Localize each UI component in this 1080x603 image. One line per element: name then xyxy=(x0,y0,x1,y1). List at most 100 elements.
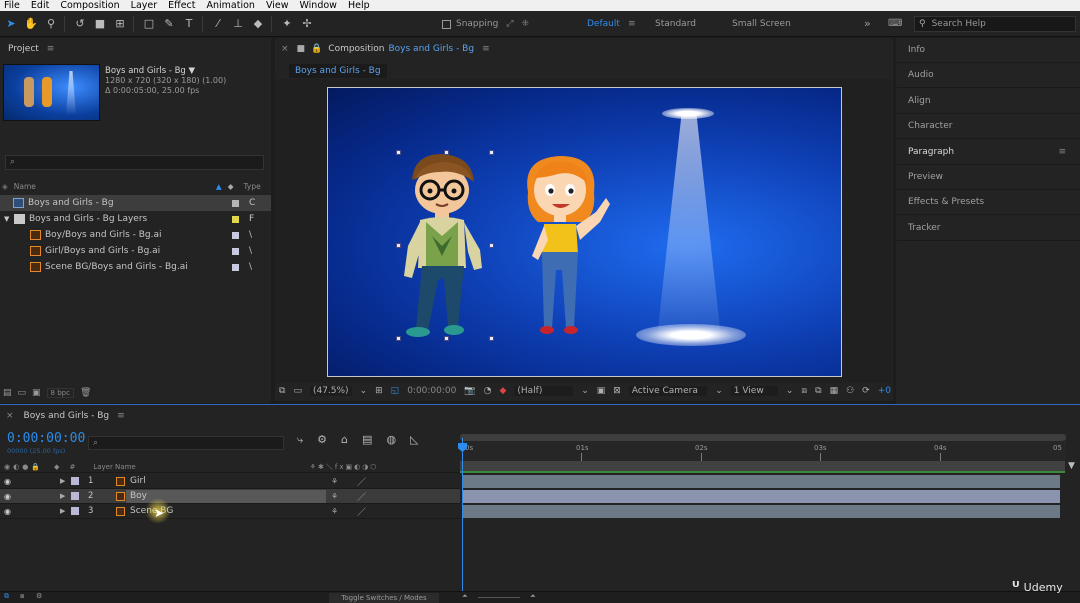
comp-breadcrumb[interactable]: Boys and Girls - Bg xyxy=(289,64,387,78)
pen-tool-icon[interactable]: ✎ xyxy=(160,15,178,33)
snapping-control[interactable]: Snapping ⤢ ⁜ xyxy=(442,11,529,37)
label-swatch[interactable] xyxy=(71,492,79,500)
layer-duration-bar[interactable] xyxy=(463,490,1060,503)
label-swatch[interactable] xyxy=(232,263,239,271)
puppet-pin-tool-icon[interactable]: ✢ xyxy=(298,15,316,33)
frame-blending-icon[interactable]: ▤ xyxy=(362,433,372,447)
graph-editor-icon[interactable]: ◺ xyxy=(410,433,418,447)
transform-handle[interactable] xyxy=(489,336,494,341)
camera-tool-icon[interactable]: ■ xyxy=(91,15,109,33)
resolution-dropdown[interactable]: (Half) xyxy=(514,386,574,396)
project-item[interactable]: ▼ Boys and Girls - Bg Layers F xyxy=(0,211,271,227)
menu-effect[interactable]: Effect xyxy=(164,0,202,11)
workspace-default[interactable]: Default xyxy=(587,11,620,37)
panel-menu-icon[interactable]: ≡ xyxy=(1058,140,1066,165)
shy-switch-icon[interactable]: ⚘ xyxy=(331,492,338,501)
menu-window[interactable]: Window xyxy=(295,0,343,11)
transparency-grid-icon[interactable]: ⊠ xyxy=(613,386,621,396)
channel-icon[interactable]: ◆ xyxy=(499,386,506,396)
align-panel-tab[interactable]: Align xyxy=(897,89,1080,114)
work-area-bar[interactable] xyxy=(460,434,1066,441)
new-composition-icon[interactable]: ▣ xyxy=(32,388,41,398)
snapping-checkbox[interactable] xyxy=(442,19,451,29)
zoom-in-icon[interactable]: ⏶ xyxy=(530,592,536,601)
paragraph-panel-tab[interactable]: Paragraph ≡ xyxy=(897,140,1080,165)
sort-icon[interactable]: ▲ xyxy=(216,182,222,191)
transform-handle[interactable] xyxy=(444,150,449,155)
transform-handle[interactable] xyxy=(444,336,449,341)
mask-icon[interactable]: ◱ xyxy=(391,386,400,396)
label-column-icon[interactable]: ◆ xyxy=(228,182,234,191)
project-search-input[interactable]: ⌕ xyxy=(5,155,264,170)
region-interest-icon[interactable]: ▣ xyxy=(597,386,606,396)
label-swatch[interactable] xyxy=(232,199,239,207)
brush-tool-icon[interactable]: ⁄ xyxy=(209,15,227,33)
layer-name-column-header[interactable]: Layer Name xyxy=(93,463,135,471)
character-panel-tab[interactable]: Character xyxy=(897,114,1080,139)
project-item[interactable]: Boy/Boys and Girls - Bg.ai \ xyxy=(0,227,271,243)
expand-arrow-icon[interactable]: ▶ xyxy=(60,477,65,485)
eye-icon[interactable]: ◉ xyxy=(4,477,11,486)
dropdown-icon[interactable]: ▼ xyxy=(189,66,196,76)
snap-grid-icon[interactable]: ⁜ xyxy=(521,19,529,29)
composition-mini-flowchart-icon[interactable]: ⤷ xyxy=(297,433,303,447)
always-preview-icon[interactable]: ⧉ xyxy=(279,386,285,396)
comp-marker-icon[interactable]: ▼ xyxy=(1068,461,1075,471)
layer-row[interactable]: ◉ ▶ 3 Scene BG ⚘ ／ xyxy=(0,504,460,519)
motion-blur-icon[interactable]: ◍ xyxy=(386,433,396,447)
tracker-panel-tab[interactable]: Tracker xyxy=(897,216,1080,241)
chevron-down-icon[interactable]: ⌄ xyxy=(715,386,723,396)
camera-dropdown[interactable]: Active Camera xyxy=(628,386,708,396)
video-switch-icon[interactable]: ◉ xyxy=(4,463,10,471)
shy-switch-icon[interactable]: ⚘ xyxy=(331,507,338,516)
label-swatch[interactable] xyxy=(232,231,239,239)
layer-name[interactable]: Boy xyxy=(130,491,147,501)
composition-tab[interactable]: × ■ 🔒 Composition Boys and Girls - Bg ≡ xyxy=(275,38,893,60)
close-icon[interactable]: × xyxy=(281,44,289,54)
work-area-row[interactable] xyxy=(460,461,1065,473)
project-item[interactable]: Scene BG/Boys and Girls - Bg.ai \ xyxy=(0,259,271,275)
time-ruler[interactable]: 0s 01s 02s 03s 04s 05 xyxy=(460,434,1066,461)
shy-layers-icon[interactable]: ⌂ xyxy=(341,433,348,447)
expand-arrow-icon[interactable]: ▶ xyxy=(60,492,65,500)
workspace-menu-icon[interactable]: ≡ xyxy=(628,11,636,37)
info-panel-tab[interactable]: Info xyxy=(897,38,1080,63)
clone-stamp-tool-icon[interactable]: ⊥ xyxy=(229,15,247,33)
quality-switch-icon[interactable]: ／ xyxy=(357,475,366,488)
reset-exposure-icon[interactable]: ⟳ xyxy=(862,386,870,396)
comp-frame[interactable] xyxy=(327,87,842,377)
effects-presets-panel-tab[interactable]: Effects & Presets xyxy=(897,190,1080,215)
zoom-slider[interactable] xyxy=(478,592,520,598)
keyboard-icon[interactable]: ⌨ xyxy=(888,11,902,37)
search-help-field[interactable]: ⚲ Search Help xyxy=(914,16,1076,32)
transform-handle[interactable] xyxy=(396,150,401,155)
workspace-standard[interactable]: Standard xyxy=(655,11,696,37)
transform-handle[interactable] xyxy=(396,243,401,248)
new-folder-icon[interactable]: ▭ xyxy=(18,388,27,398)
lock-icon[interactable]: 🔒 xyxy=(311,44,322,54)
draft-3d-icon[interactable]: ⚙ xyxy=(317,433,327,447)
rectangle-tool-icon[interactable]: □ xyxy=(140,15,158,33)
type-tool-icon[interactable]: T xyxy=(180,15,198,33)
timeline-search-input[interactable]: ⌕ xyxy=(88,436,284,450)
workspace-small-screen[interactable]: Small Screen xyxy=(732,11,791,37)
bit-depth-button[interactable]: 8 bpc xyxy=(46,388,74,398)
timeline-icon[interactable]: ▦ xyxy=(830,386,839,396)
fast-preview-icon[interactable]: ⧉ xyxy=(815,386,821,396)
layer-name[interactable]: Girl xyxy=(130,476,146,486)
eye-icon[interactable]: ◉ xyxy=(4,492,11,501)
view-layout-dropdown[interactable]: 1 View xyxy=(730,386,778,396)
exposure-value[interactable]: +0 xyxy=(878,386,891,396)
grid-icon[interactable]: ⊞ xyxy=(375,386,383,396)
flowchart-icon[interactable]: ⚇ xyxy=(846,386,854,396)
toggle-switches-modes-button[interactable]: Toggle Switches / Modes xyxy=(329,593,439,603)
preview-panel-tab[interactable]: Preview xyxy=(897,165,1080,190)
current-time-display[interactable]: 0:00:00:00 xyxy=(407,386,456,396)
hand-tool-icon[interactable]: ✋ xyxy=(22,15,40,33)
shy-switch-icon[interactable]: ⚘ xyxy=(331,477,338,486)
roto-brush-tool-icon[interactable]: ✦ xyxy=(278,15,296,33)
name-column-header[interactable]: Name xyxy=(14,182,36,191)
boy-character[interactable] xyxy=(392,150,496,340)
playhead[interactable] xyxy=(462,438,463,598)
panel-menu-icon[interactable]: ≡ xyxy=(117,411,125,421)
